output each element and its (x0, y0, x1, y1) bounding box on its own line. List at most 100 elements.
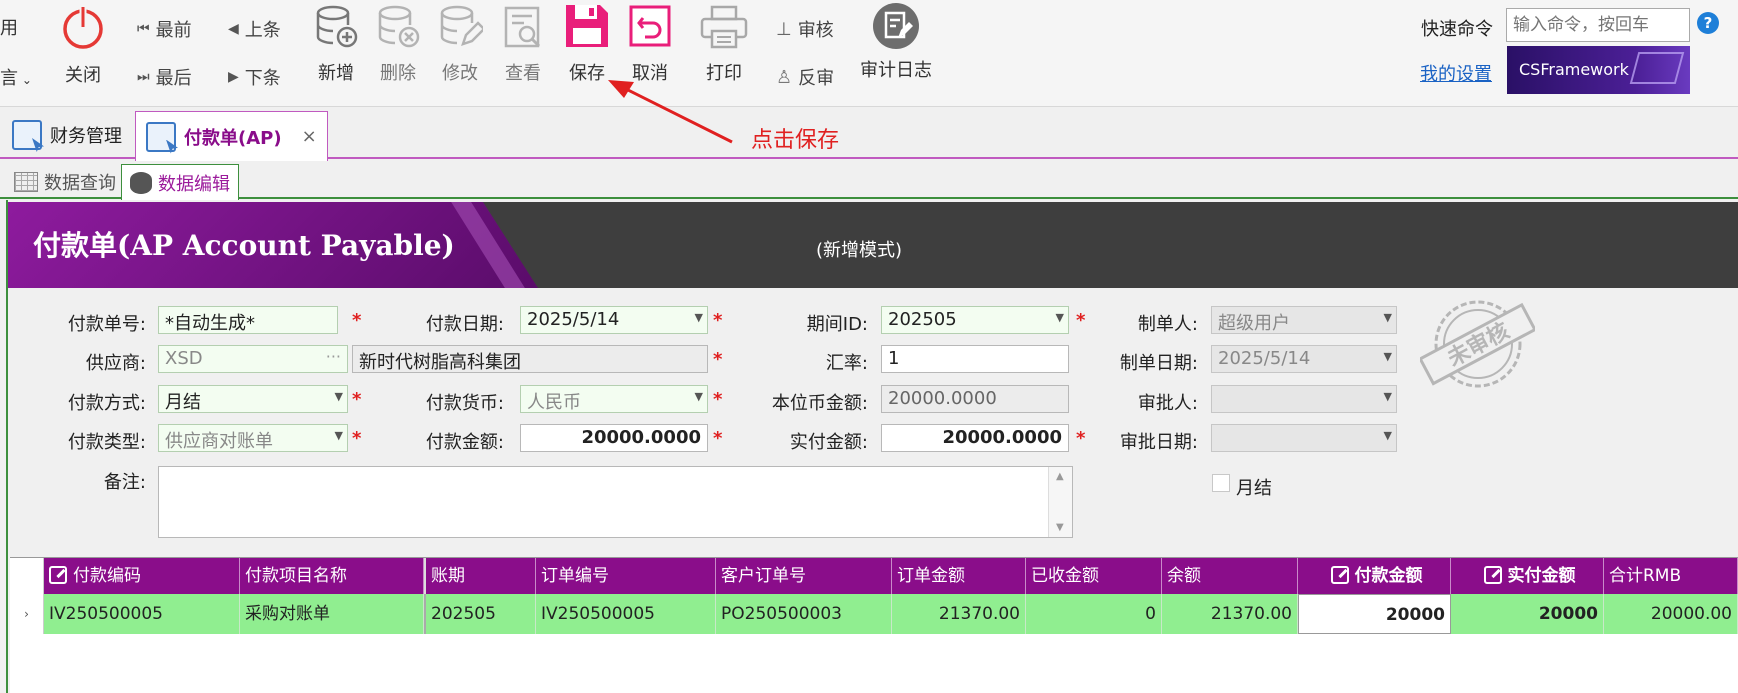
col-header-order-no[interactable]: 订单编号 (536, 558, 716, 594)
col-header-order-amt[interactable]: 订单金额 (892, 558, 1026, 594)
cell-order-no[interactable]: IV250500005 (536, 594, 716, 634)
first-record-label: 最前 (155, 20, 192, 41)
pay-date-value: 2025/5/14 (527, 309, 620, 330)
chevron-down-icon[interactable]: ▼ (695, 390, 703, 403)
pay-no-field[interactable]: *自动生成* (158, 306, 338, 334)
print-button[interactable]: 打印 (699, 4, 749, 85)
col-header-actual-amt[interactable]: 实付金额 (1451, 558, 1604, 594)
save-button[interactable]: 保存 (562, 2, 612, 85)
table-row[interactable]: › IV250500005 采购对账单 202505 IV250500005 P… (10, 594, 1738, 634)
edit-button[interactable]: 修改 (436, 4, 486, 85)
cell-cust-order[interactable]: PO250500003 (716, 594, 892, 634)
col-header-item[interactable]: 付款项目名称 (240, 558, 424, 594)
window-cursor-icon (12, 120, 42, 150)
chevron-down-icon[interactable]: ▼ (335, 429, 343, 442)
actual-amount-field[interactable]: 20000.0000 (881, 424, 1069, 452)
monthly-checkbox[interactable] (1212, 474, 1230, 492)
row-indicator-icon[interactable]: › (10, 594, 44, 634)
required-mark: * (713, 310, 723, 331)
add-label: 新增 (318, 63, 354, 84)
edit-icon (1330, 566, 1349, 584)
document-tabs: 财务管理 付款单(AP) × (0, 108, 1738, 161)
cell-item[interactable]: 采购对账单 (240, 594, 424, 634)
document-search-icon (504, 6, 541, 48)
approve-label: 审核 (797, 20, 834, 41)
cell-code[interactable]: IV250500005 (44, 594, 240, 634)
creator-label: 制单人: (1137, 314, 1198, 335)
supplier-code-field[interactable]: XSD ··· (158, 345, 348, 373)
col-header-balance[interactable]: 余额 (1162, 558, 1298, 594)
rate-label: 汇率: (825, 353, 868, 374)
cell-received[interactable]: 0 (1026, 594, 1162, 634)
pay-method-field[interactable]: 月结 ▼ (158, 385, 348, 413)
approve-button[interactable]: ⊥ 审核 (776, 16, 834, 42)
cell-actual-amt[interactable]: 20000 (1451, 594, 1604, 634)
audit-log-button[interactable]: 审计日志 (858, 2, 934, 82)
cell-pay-amt[interactable]: 20000 (1298, 594, 1451, 634)
my-settings-link[interactable]: 我的设置 (1420, 60, 1492, 86)
period-field[interactable]: 202505 ▼ (881, 306, 1069, 334)
form-banner: 付款单(AP Account Payable) (新增模式) (8, 202, 1738, 288)
remark-textarea[interactable]: ▲ ▼ (158, 466, 1073, 538)
creator-field: 超级用户 ▼ (1211, 306, 1397, 334)
prev-record-button[interactable]: ◀ 上条 (228, 16, 281, 42)
unapprove-button[interactable]: ♙ 反审 (776, 64, 834, 90)
col-header-code-label: 付款编码 (73, 566, 141, 586)
supplier-code-value: XSD (165, 348, 203, 369)
col-header-total-rmb[interactable]: 合计RMB (1604, 558, 1738, 594)
pay-type-field[interactable]: 供应商对账单 ▼ (158, 424, 348, 452)
chevron-down-icon: ▼ (1383, 390, 1392, 403)
ellipsis-icon[interactable]: ··· (326, 347, 341, 366)
database-add-icon (316, 5, 358, 48)
local-amount-field: 20000.0000 (881, 385, 1069, 413)
close-icon[interactable]: × (302, 126, 317, 147)
laptop-icon (1629, 52, 1685, 84)
quick-command-label: 快速命令 (1421, 19, 1493, 40)
tab-payment-ap[interactable]: 付款单(AP) × (135, 111, 328, 161)
col-header-cust-order[interactable]: 客户订单号 (716, 558, 892, 594)
chevron-down-icon[interactable]: ▼ (1056, 311, 1064, 324)
toolbar-cut-label-top[interactable]: 用 (0, 14, 18, 40)
first-record-button[interactable]: ⏮ 最前 (137, 16, 192, 42)
col-header-period[interactable]: 账期 (424, 558, 536, 594)
tab-data-query-label: 数据查询 (44, 172, 116, 194)
rate-field[interactable]: 1 (881, 345, 1069, 373)
view-button[interactable]: 查看 (499, 4, 547, 85)
create-date-value: 2025/5/14 (1218, 348, 1311, 369)
close-button[interactable]: 关闭 (58, 4, 108, 87)
pay-amount-field[interactable]: 20000.0000 (520, 424, 708, 452)
approve-date-label: 审批日期: (1119, 432, 1198, 453)
remark-scrollbar[interactable]: ▲ ▼ (1048, 467, 1072, 537)
toolbar-cut-label-bottom[interactable]: 言 ⌄ (0, 64, 32, 90)
currency-field[interactable]: 人民币 ▼ (520, 385, 708, 413)
tab-finance[interactable]: 财务管理 (2, 111, 132, 159)
next-record-button[interactable]: ▶ 下条 (228, 64, 281, 90)
col-header-pay-amt[interactable]: 付款金额 (1298, 558, 1451, 594)
cancel-button[interactable]: 取消 (626, 4, 674, 85)
delete-label: 删除 (380, 63, 416, 84)
delete-button[interactable]: 删除 (374, 4, 422, 85)
tab-data-edit[interactable]: 数据编辑 (121, 164, 239, 201)
unapprove-label: 反审 (798, 68, 835, 89)
col-header-received[interactable]: 已收金额 (1026, 558, 1162, 594)
toolbar: 用 言 ⌄ 关闭 ⏮ 最前 ⏭ 最后 ◀ 上条 ▶ 下条 新增 删除 修改 查看 保存 … (0, 0, 1738, 107)
col-header-code[interactable]: 付款编码 (44, 558, 240, 594)
cell-balance[interactable]: 21370.00 (1162, 594, 1298, 634)
annotation-arrow (608, 80, 733, 144)
scroll-up-icon[interactable]: ▲ (1056, 471, 1064, 482)
cell-order-amt[interactable]: 21370.00 (892, 594, 1026, 634)
pay-date-field[interactable]: 2025/5/14 ▼ (520, 306, 708, 334)
approver-field: ▼ (1211, 385, 1397, 413)
pay-type-label: 付款类型: (67, 432, 146, 453)
tab-data-query[interactable]: 数据查询 (6, 164, 124, 199)
quick-command-input[interactable] (1506, 8, 1690, 42)
chevron-down-icon[interactable]: ▼ (335, 390, 343, 403)
help-icon[interactable]: ? (1697, 12, 1719, 34)
csframework-logo: CSFramework (1507, 46, 1690, 94)
scroll-down-icon[interactable]: ▼ (1056, 522, 1064, 533)
cell-period[interactable]: 202505 (424, 594, 536, 634)
last-record-button[interactable]: ⏭ 最后 (137, 64, 192, 90)
chevron-down-icon[interactable]: ▼ (695, 311, 703, 324)
cell-total-rmb[interactable]: 20000.00 (1604, 594, 1738, 634)
add-button[interactable]: 新增 (312, 4, 360, 85)
